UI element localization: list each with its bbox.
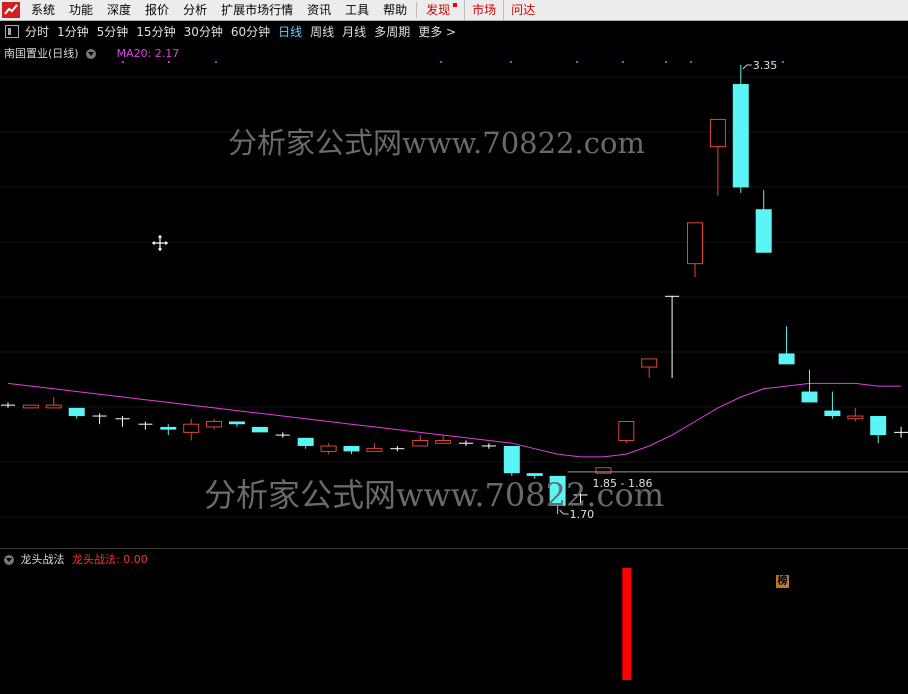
candle-body [297, 437, 314, 446]
candle-body [801, 391, 818, 403]
indicator-bar [622, 568, 632, 680]
period-60min[interactable]: 60分钟 [231, 23, 270, 40]
menu-extended-market[interactable]: 扩展市场行情 [214, 0, 300, 20]
candle-body [435, 440, 452, 444]
signal-dot [782, 61, 784, 63]
period-1min[interactable]: 1分钟 [57, 23, 89, 40]
period-30min[interactable]: 30分钟 [184, 23, 223, 40]
candle-body [526, 473, 543, 476]
candle-body [412, 440, 429, 447]
menu-quote[interactable]: 报价 [138, 0, 176, 20]
menu-system[interactable]: 系统 [24, 0, 62, 20]
candle-body [160, 426, 177, 430]
candle-body [687, 222, 703, 265]
candle-body [641, 358, 658, 368]
low-price-label: 1.70 [570, 508, 595, 521]
period-monthly[interactable]: 月线 [342, 23, 366, 40]
candle-body [595, 467, 612, 474]
chevron-down-icon[interactable] [86, 49, 97, 59]
period-more[interactable]: 更多 > [418, 23, 456, 40]
candle-body [251, 426, 268, 433]
candle-body [847, 415, 864, 420]
menu-news[interactable]: 资讯 [300, 0, 338, 20]
high-pointer [742, 64, 752, 70]
candle-body [709, 118, 726, 148]
chart-title-row: 南国置业(日线) MA20: 2.17 [4, 45, 179, 61]
indicator-svg [0, 548, 908, 680]
menu-market[interactable]: 市场 [464, 0, 503, 20]
menu-discover[interactable]: 发现 [419, 0, 464, 20]
menu-depth[interactable]: 深度 [100, 0, 138, 20]
signal-dot [665, 61, 667, 63]
ma20-label: MA20: 2.17 [116, 47, 180, 60]
period-daily[interactable]: 日线 [278, 23, 302, 40]
menu-bar: 系统 功能 深度 报价 分析 扩展市场行情 资讯 工具 帮助 发现 市场 问达 [0, 0, 908, 21]
candle-body [549, 475, 566, 506]
candle-body [68, 407, 85, 417]
candle-body [870, 416, 887, 436]
menu-function[interactable]: 功能 [62, 0, 100, 20]
candle-body [183, 423, 200, 433]
candle-body [503, 445, 520, 474]
menu-analysis[interactable]: 分析 [176, 0, 214, 20]
ma20-line [7, 382, 902, 458]
signal-dot [576, 61, 578, 63]
signal-dot [122, 61, 124, 63]
signal-dot [690, 61, 692, 63]
indicator-name: 龙头战法 [20, 553, 65, 566]
period-intraday[interactable]: 分时 [25, 23, 49, 40]
indicator-value: 龙头战法: 0.00 [72, 553, 148, 566]
candle-body [343, 445, 360, 452]
candle-body [229, 421, 245, 425]
range-price-label: 1.85 - 1.86 [593, 477, 653, 490]
period-5min[interactable]: 5分钟 [97, 23, 129, 40]
indicator-title-row: 龙头战法 龙头战法: 0.00 [4, 551, 148, 567]
high-price-label: 3.35 [753, 59, 778, 72]
kline-chart[interactable]: 3.35 1.70 1.85 - 1.86 南国置业(日线) MA20: 2.17 … [0, 42, 908, 588]
candle-body [45, 404, 62, 409]
period-multi[interactable]: 多周期 [374, 23, 410, 40]
signal-dot [440, 61, 442, 63]
app-logo-icon[interactable] [2, 2, 20, 18]
candle-body [732, 84, 749, 188]
candle-body [366, 448, 383, 452]
period-toolbar: 分时 1分钟 5分钟 15分钟 30分钟 60分钟 日线 周线 月线 多周期 更… [0, 21, 908, 42]
menu-wenda[interactable]: 问达 [503, 0, 542, 20]
menu-tools[interactable]: 工具 [338, 0, 376, 20]
menu-divider [416, 2, 418, 18]
new-badge-icon [453, 3, 458, 7]
stock-title: 南国置业(日线) [4, 47, 79, 60]
candle-body [22, 404, 39, 409]
candle-body [824, 410, 841, 417]
signal-dot [622, 61, 624, 63]
period-15min[interactable]: 15分钟 [136, 23, 175, 40]
kline-svg: 3.35 1.70 1.85 - 1.86 [0, 59, 908, 521]
indicator-panel[interactable]: 龙头战法 龙头战法: 0.00 [0, 548, 908, 690]
menu-help[interactable]: 帮助 [376, 0, 414, 20]
move-cursor-icon [150, 233, 170, 253]
period-weekly[interactable]: 周线 [310, 23, 334, 40]
chevron-down-icon[interactable] [4, 555, 14, 565]
low-pointer [559, 509, 569, 515]
candle-body [320, 445, 337, 452]
candle-body [618, 420, 635, 442]
signal-dot [215, 61, 217, 63]
candle-body [778, 353, 795, 365]
candle-body [206, 420, 223, 428]
menu-discover-label: 发现 [426, 3, 451, 17]
signal-dot [510, 61, 512, 63]
panel-toggle-icon[interactable] [5, 25, 19, 38]
candle-body [755, 209, 772, 253]
signal-dot [168, 61, 170, 63]
